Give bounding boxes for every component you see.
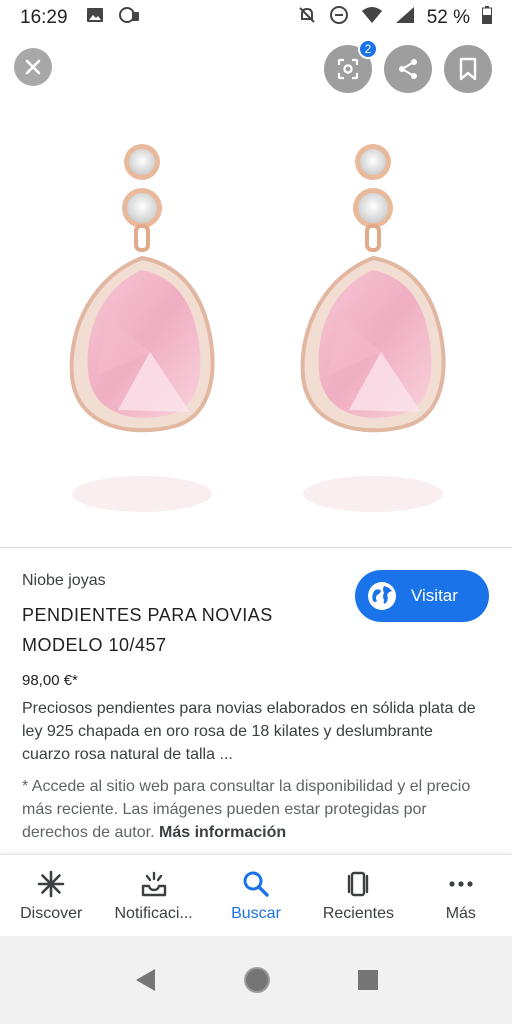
search-icon (243, 871, 269, 897)
mute-icon (297, 5, 317, 31)
nav-more-label: Más (445, 905, 476, 922)
back-icon[interactable] (133, 967, 157, 993)
globe-icon (368, 582, 396, 610)
nav-search-label: Buscar (231, 905, 281, 922)
status-bar: 16:29 52 % (0, 0, 512, 36)
divider (0, 547, 512, 548)
battery-icon (482, 6, 492, 30)
recents-icon (348, 871, 369, 897)
bottom-nav: Discover Notificaci... Buscar Recientes … (0, 854, 512, 936)
product-price: 98,00 €* (22, 672, 78, 689)
share-button[interactable] (384, 45, 432, 93)
nav-discover[interactable]: Discover (0, 855, 102, 936)
dnd-icon (329, 5, 349, 31)
nav-notifications[interactable]: Notificaci... (102, 855, 204, 936)
share-icon (399, 59, 417, 79)
whatsapp-icon (118, 6, 140, 30)
product-description: Preciosos pendientes para novias elabora… (22, 700, 476, 763)
signal-icon (395, 6, 415, 30)
status-time: 16:29 (20, 7, 68, 28)
left-earring (69, 144, 215, 512)
more-icon (449, 881, 473, 887)
overview-icon[interactable] (357, 969, 379, 991)
battery-text: 52 % (426, 7, 470, 28)
visit-button[interactable]: Visitar (355, 570, 489, 622)
nav-more[interactable]: Más (410, 855, 512, 936)
more-info-link[interactable]: Más información (159, 824, 286, 841)
discover-icon (37, 870, 65, 898)
earrings-image (69, 144, 446, 512)
nav-discover-label: Discover (20, 905, 83, 922)
wifi-icon (361, 6, 383, 30)
system-nav-bar (0, 936, 512, 1024)
nav-notifications-label: Notificaci... (114, 905, 193, 922)
product-title[interactable]: PENDIENTES PARA NOVIAS MODELO 10/457 (22, 600, 332, 660)
bookmark-icon (459, 57, 477, 81)
lens-button[interactable]: 2 (324, 39, 378, 93)
notifications-icon (141, 871, 166, 897)
nav-recents-label: Recientes (322, 905, 394, 922)
right-earring (300, 144, 446, 512)
image-icon (86, 6, 104, 30)
save-button[interactable] (444, 45, 492, 93)
lens-icon (337, 58, 359, 80)
image-viewer: 2 (0, 36, 512, 546)
nav-search[interactable]: Buscar (205, 855, 307, 936)
availability-notice: * Accede al sitio web para consultar la … (22, 775, 490, 844)
visit-label: Visitar (411, 586, 458, 605)
home-icon[interactable] (243, 966, 271, 994)
close-icon (25, 59, 41, 75)
close-button[interactable] (14, 48, 52, 86)
nav-recents[interactable]: Recientes (307, 855, 409, 936)
lens-badge: 2 (358, 39, 378, 59)
